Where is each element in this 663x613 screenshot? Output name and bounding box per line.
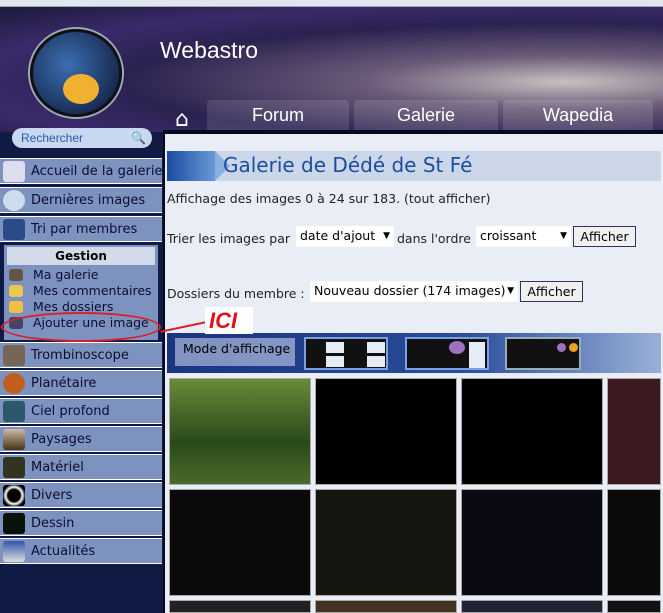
display-mode-label: Mode d'affichage (175, 338, 295, 366)
person-photo-icon (3, 345, 25, 366)
tab-galerie[interactable]: Galerie (354, 100, 498, 132)
sort-show-button[interactable]: Afficher (573, 226, 636, 247)
gallery-thumbnail[interactable] (169, 378, 311, 485)
nav-label: Dessin (31, 516, 75, 531)
planet-icon (3, 373, 25, 394)
nav-label: Dernières images (31, 193, 146, 208)
browser-chrome (0, 0, 663, 7)
gestion-title: Gestion (7, 247, 155, 265)
sort-select[interactable]: date d'ajout ▼ (296, 226, 394, 247)
sidebar-item-trombinoscope[interactable]: Trombinoscope (0, 342, 162, 368)
gallery-thumbnail[interactable] (461, 600, 603, 613)
gallery-thumbnail[interactable] (315, 489, 457, 596)
gallery-icon (9, 269, 23, 281)
gallery-thumbnail[interactable] (607, 378, 661, 485)
chevron-down-icon: ▼ (383, 231, 390, 241)
home-icon[interactable]: ⌂ (166, 107, 198, 132)
sort-label: Trier les images par (167, 231, 291, 246)
search-icon[interactable]: 🔍 (131, 128, 146, 148)
landscape-icon (3, 429, 25, 450)
sidebar-item-materiel[interactable]: Matériel (0, 454, 162, 480)
mode-filmstrip-icon[interactable] (505, 337, 581, 370)
drawing-icon (3, 513, 25, 534)
order-value: croissant (480, 228, 537, 243)
sort-value: date d'ajout (300, 228, 376, 243)
main-content: Galerie de Dédé de St Fé Affichage des i… (163, 130, 663, 613)
webastro-logo[interactable] (30, 29, 122, 117)
eclipse-icon (3, 485, 25, 506)
chevron-icon (167, 151, 230, 181)
nebula-icon (3, 401, 25, 422)
gallery-thumbnail[interactable] (461, 489, 603, 596)
chevron-down-icon: ▼ (560, 231, 567, 241)
summary-text: Affichage des images 0 à 24 sur 183. (to… (167, 191, 491, 206)
page-title: Galerie de Dédé de St Fé (223, 153, 473, 177)
nav-label: Divers (31, 488, 73, 503)
nav-label: Accueil de la galerie (31, 164, 163, 179)
house-icon (3, 161, 25, 182)
nav-label: Matériel (31, 460, 84, 475)
gallery-thumbnail[interactable] (315, 600, 457, 613)
user-icon (3, 219, 25, 240)
folder-select[interactable]: Nouveau dossier (174 images) ▼ (310, 281, 518, 302)
gallery-thumbnail[interactable] (169, 489, 311, 596)
gallery-thumbnail[interactable] (169, 600, 311, 613)
sidebar-item-dessin[interactable]: Dessin (0, 510, 162, 536)
mode-list-icon[interactable] (304, 337, 388, 370)
link-label: Ma galerie (33, 267, 99, 282)
nav-label: Actualités (31, 544, 96, 559)
link-label: Mes commentaires (33, 283, 152, 298)
telescope-icon (3, 457, 25, 478)
tab-forum[interactable]: Forum (207, 100, 349, 132)
folders-label: Dossiers du membre : (167, 286, 305, 301)
order-select[interactable]: croissant ▼ (476, 226, 571, 247)
folder-value: Nouveau dossier (174 images) (314, 283, 506, 298)
site-header: Webastro ⌂ Forum Galerie Wapedia (0, 7, 663, 132)
display-mode-bar: Mode d'affichage (167, 333, 661, 373)
annotation-label: ICI (205, 307, 253, 334)
sidebar-item-tri-membres[interactable]: Tri par membres (0, 216, 162, 242)
sidebar-item-ciel-profond[interactable]: Ciel profond (0, 398, 162, 424)
annotation-ellipse (1, 312, 161, 342)
nav-label: Trombinoscope (31, 348, 129, 363)
tab-wapedia[interactable]: Wapedia (503, 100, 653, 132)
order-label: dans l'ordre (397, 231, 471, 246)
sidebar-item-actualites[interactable]: Actualités (0, 538, 162, 564)
gallery-thumbnail[interactable] (607, 600, 661, 613)
gallery-thumbnail[interactable] (315, 378, 457, 485)
sidebar-item-planetaire[interactable]: Planétaire (0, 370, 162, 396)
search-input[interactable]: Rechercher 🔍 (12, 128, 152, 148)
sidebar: Rechercher 🔍 Accueil de la galerie Derniè… (0, 125, 164, 613)
summary: Affichage des images 0 à 24 sur 183. (167, 191, 401, 206)
clock-icon (3, 190, 25, 211)
title-bar: Galerie de Dédé de St Fé (167, 151, 661, 181)
site-title: Webastro (160, 37, 259, 63)
nav-label: Paysages (31, 432, 92, 447)
nav-label: Tri par membres (31, 222, 138, 237)
folder-icon (9, 301, 23, 313)
show-all-link[interactable]: (tout afficher) (404, 191, 490, 206)
sidebar-item-accueil[interactable]: Accueil de la galerie (0, 158, 162, 184)
folder-show-button[interactable]: Afficher (520, 281, 583, 302)
nav-label: Ciel profond (31, 404, 110, 419)
gallery-thumbnail[interactable] (607, 489, 661, 596)
gallery-thumbnail[interactable] (461, 378, 603, 485)
comments-icon (9, 285, 23, 297)
ma-galerie-link[interactable]: Ma galerie (4, 267, 158, 283)
nav-label: Planétaire (31, 376, 97, 391)
chevron-down-icon: ▼ (507, 286, 514, 296)
search-placeholder: Rechercher (21, 131, 84, 145)
news-icon (3, 541, 25, 562)
mode-grid-icon[interactable] (405, 337, 489, 370)
sidebar-item-paysages[interactable]: Paysages (0, 426, 162, 452)
mes-commentaires-link[interactable]: Mes commentaires (4, 283, 158, 299)
sidebar-item-divers[interactable]: Divers (0, 482, 162, 508)
sidebar-item-dernieres[interactable]: Dernières images (0, 187, 162, 213)
